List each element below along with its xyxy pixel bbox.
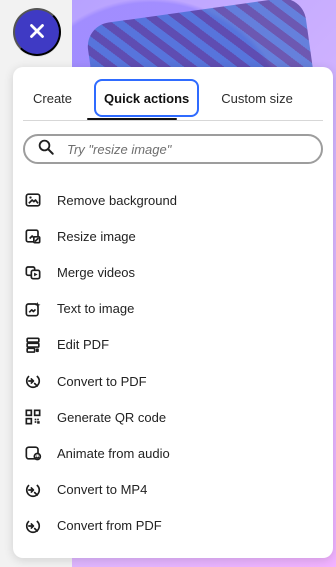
- quick-action-label: Merge videos: [57, 264, 136, 280]
- convert-to-pdf-icon: [23, 371, 43, 391]
- quick-action-convert-to-pdf[interactable]: Convert to PDF: [23, 363, 323, 399]
- quick-action-label: Convert from PDF: [57, 518, 162, 534]
- quick-action-convert-from-pdf[interactable]: Convert from PDF: [23, 508, 323, 544]
- quick-action-label: Text to image: [57, 301, 135, 317]
- quick-action-remove-background[interactable]: Remove background: [23, 182, 323, 218]
- animate-from-audio-icon: [23, 443, 43, 463]
- quick-action-label: Remove background: [57, 192, 177, 208]
- tab-custom-size[interactable]: Custom size: [211, 81, 303, 115]
- tab-create-label: Create: [33, 90, 73, 106]
- tabs-divider: [23, 120, 323, 121]
- quick-action-label: Convert to PDF: [57, 373, 147, 389]
- tab-quick-actions-label: Quick actions: [104, 90, 190, 106]
- quick-actions-list: Remove background Resize image Merge vid…: [23, 182, 323, 544]
- merge-videos-icon: [23, 262, 43, 282]
- search-field[interactable]: [23, 134, 323, 164]
- convert-from-pdf-icon: [23, 516, 43, 536]
- remove-background-icon: [23, 190, 43, 210]
- quick-action-label: Animate from audio: [57, 445, 170, 461]
- quick-action-convert-to-mp4[interactable]: Convert to MP4: [23, 472, 323, 508]
- convert-to-mp4-icon: [23, 480, 43, 500]
- quick-action-label: Edit PDF: [57, 337, 110, 353]
- quick-action-resize-image[interactable]: Resize image: [23, 218, 323, 254]
- quick-action-edit-pdf[interactable]: Edit PDF: [23, 327, 323, 363]
- quick-action-generate-qr-code[interactable]: Generate QR code: [23, 399, 323, 435]
- edit-pdf-icon: [23, 335, 43, 355]
- search-icon: [37, 138, 65, 161]
- tab-custom-size-label: Custom size: [221, 90, 293, 106]
- search-input[interactable]: [65, 140, 309, 158]
- text-to-image-icon: [23, 299, 43, 319]
- close-button[interactable]: [13, 8, 61, 56]
- tab-quick-actions[interactable]: Quick actions: [94, 79, 200, 117]
- quick-action-text-to-image[interactable]: Text to image: [23, 291, 323, 327]
- create-panel: Create Quick actions Custom size Try "re…: [13, 67, 333, 558]
- quick-action-label: Resize image: [57, 228, 136, 244]
- resize-image-icon: [23, 226, 43, 246]
- tabs: Create Quick actions Custom size: [23, 75, 323, 121]
- close-icon: [26, 20, 48, 45]
- quick-action-merge-videos[interactable]: Merge videos: [23, 254, 323, 290]
- tab-create[interactable]: Create: [23, 81, 82, 115]
- qr-code-icon: [23, 407, 43, 427]
- quick-action-label: Convert to MP4: [57, 482, 148, 498]
- quick-action-label: Generate QR code: [57, 409, 167, 425]
- quick-action-animate-from-audio[interactable]: Animate from audio: [23, 435, 323, 471]
